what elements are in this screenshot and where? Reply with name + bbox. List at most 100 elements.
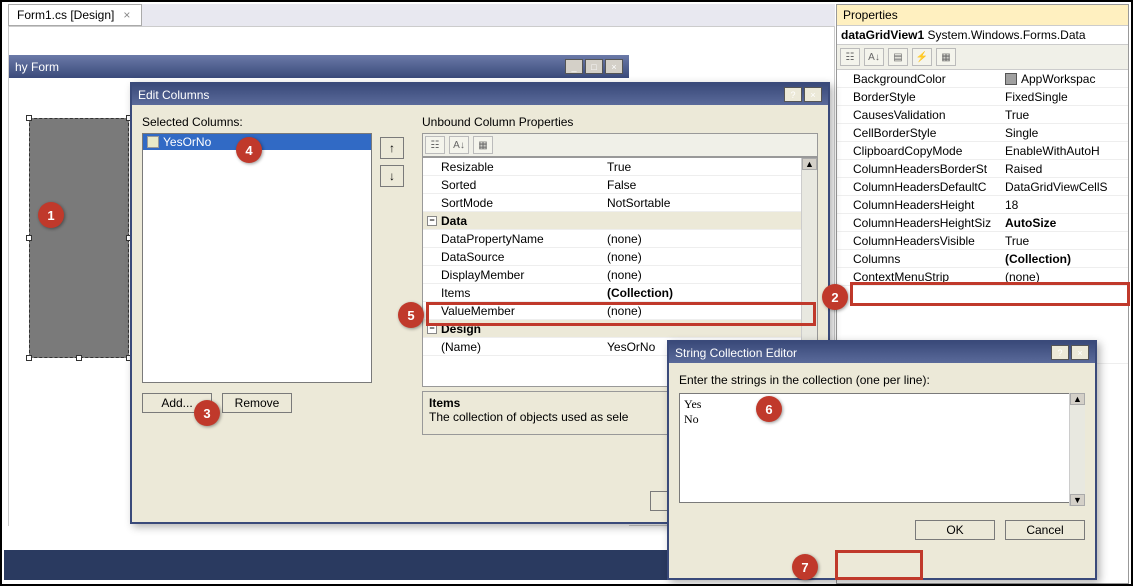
property-name: Resizable	[423, 158, 603, 175]
property-row[interactable]: ValueMember(none)	[423, 302, 817, 320]
property-value[interactable]: False	[603, 176, 817, 193]
close-icon[interactable]: ×	[1071, 345, 1089, 360]
selected-columns-list[interactable]: YesOrNo	[142, 133, 372, 383]
property-row[interactable]: Items(Collection)	[423, 284, 817, 302]
property-value[interactable]: True	[1001, 106, 1128, 123]
property-value[interactable]: Single	[1001, 124, 1128, 141]
properties-icon[interactable]: ▤	[888, 48, 908, 66]
property-name: CausesValidation	[837, 106, 1001, 123]
property-name: Columns	[837, 250, 1001, 267]
property-value[interactable]: NotSortable	[603, 194, 817, 211]
scrollbar[interactable]	[1069, 393, 1085, 506]
property-row[interactable]: ContextMenuStrip(none)	[837, 268, 1128, 286]
close-icon[interactable]: ×	[605, 59, 623, 74]
callout-3: 3	[194, 400, 220, 426]
document-tab-label: Form1.cs [Design]	[17, 8, 114, 22]
property-name: ColumnHeadersHeightSiz	[837, 214, 1001, 231]
property-value[interactable]: (none)	[603, 266, 817, 283]
property-value[interactable]: 18	[1001, 196, 1128, 213]
property-category[interactable]: −Data	[423, 212, 817, 230]
property-value[interactable]: (Collection)	[603, 284, 817, 301]
collection-strings-input[interactable]	[679, 393, 1085, 503]
form-title-text: hy Form	[15, 60, 59, 74]
property-value[interactable]: EnableWithAutoH	[1001, 142, 1128, 159]
property-row[interactable]: ColumnHeadersBorderStRaised	[837, 160, 1128, 178]
property-row[interactable]: SortModeNotSortable	[423, 194, 817, 212]
property-name: ColumnHeadersBorderSt	[837, 160, 1001, 177]
property-row[interactable]: SortedFalse	[423, 176, 817, 194]
maximize-icon[interactable]: □	[585, 59, 603, 74]
property-row[interactable]: ColumnHeadersHeightSizAutoSize	[837, 214, 1128, 232]
color-swatch-icon	[1005, 73, 1017, 85]
property-row[interactable]: ColumnHeadersDefaultCDataGridViewCellS	[837, 178, 1128, 196]
categorized-icon[interactable]: ☷	[840, 48, 860, 66]
cancel-button[interactable]: Cancel	[1005, 520, 1085, 540]
property-value[interactable]: AutoSize	[1001, 214, 1128, 231]
alphabetical-icon[interactable]: A↓	[449, 136, 469, 154]
property-value[interactable]: True	[1001, 232, 1128, 249]
categorized-icon[interactable]: ☷	[425, 136, 445, 154]
property-value[interactable]: (none)	[603, 302, 817, 319]
property-value[interactable]: DataGridViewCellS	[1001, 178, 1128, 195]
edit-columns-title-text: Edit Columns	[138, 88, 209, 102]
callout-4: 4	[236, 137, 262, 163]
expand-collapse-icon[interactable]: −	[427, 324, 437, 334]
property-row[interactable]: DataSource(none)	[423, 248, 817, 266]
property-name: ColumnHeadersDefaultC	[837, 178, 1001, 195]
property-name: DataSource	[423, 248, 603, 265]
edit-columns-titlebar: Edit Columns ? ×	[132, 84, 828, 105]
property-row[interactable]: Columns(Collection)	[837, 250, 1128, 268]
property-value[interactable]: FixedSingle	[1001, 88, 1128, 105]
move-up-button[interactable]: ↑	[380, 137, 404, 159]
property-value[interactable]: (none)	[603, 248, 817, 265]
ok-button[interactable]: OK	[915, 520, 995, 540]
callout-2: 2	[822, 284, 848, 310]
property-row[interactable]: BackgroundColorAppWorkspac	[837, 70, 1128, 88]
callout-5: 5	[398, 302, 424, 328]
property-row[interactable]: DataPropertyName(none)	[423, 230, 817, 248]
propeditor-toolbar: ☷ A↓ ▦	[422, 133, 818, 157]
help-icon[interactable]: ?	[1051, 345, 1069, 360]
property-value[interactable]: Raised	[1001, 160, 1128, 177]
document-tab[interactable]: Form1.cs [Design] ×	[8, 4, 142, 26]
property-row[interactable]: ResizableTrue	[423, 158, 817, 176]
property-name: ColumnHeadersHeight	[837, 196, 1001, 213]
property-row[interactable]: ClipboardCopyModeEnableWithAutoH	[837, 142, 1128, 160]
properties-object-selector[interactable]: dataGridView1 System.Windows.Forms.Data	[837, 26, 1128, 45]
datagridview-control[interactable]	[29, 118, 129, 358]
property-row[interactable]: ColumnHeadersVisibleTrue	[837, 232, 1128, 250]
collection-editor-prompt: Enter the strings in the collection (one…	[679, 373, 1085, 387]
callout-1: 1	[38, 202, 64, 228]
property-category[interactable]: −Design	[423, 320, 817, 338]
form-titlebar: hy Form _ □ ×	[9, 55, 629, 78]
selected-columns-label: Selected Columns:	[142, 115, 372, 129]
property-value[interactable]: True	[603, 158, 817, 175]
property-value[interactable]: AppWorkspac	[1001, 70, 1128, 87]
selected-object-type: System.Windows.Forms.Data	[928, 28, 1086, 42]
help-icon[interactable]: ?	[784, 87, 802, 102]
property-row[interactable]: BorderStyleFixedSingle	[837, 88, 1128, 106]
property-row[interactable]: ColumnHeadersHeight18	[837, 196, 1128, 214]
minimize-icon[interactable]: _	[565, 59, 583, 74]
remove-button[interactable]: Remove	[222, 393, 292, 413]
collection-editor-titlebar: String Collection Editor ? ×	[669, 342, 1095, 363]
property-value[interactable]: (none)	[603, 230, 817, 247]
expand-collapse-icon[interactable]: −	[427, 216, 437, 226]
property-row[interactable]: CellBorderStyleSingle	[837, 124, 1128, 142]
property-name: ColumnHeadersVisible	[837, 232, 1001, 249]
callout-6: 6	[756, 396, 782, 422]
close-icon[interactable]: ×	[804, 87, 822, 102]
property-name: Sorted	[423, 176, 603, 193]
property-name: ValueMember	[423, 302, 603, 319]
move-down-button[interactable]: ↓	[380, 165, 404, 187]
property-pages-icon[interactable]: ▦	[936, 48, 956, 66]
property-row[interactable]: CausesValidationTrue	[837, 106, 1128, 124]
property-name: ContextMenuStrip	[837, 268, 1001, 285]
property-value[interactable]: (none)	[1001, 268, 1128, 285]
property-pages-icon[interactable]: ▦	[473, 136, 493, 154]
tab-close-icon[interactable]: ×	[120, 8, 133, 22]
events-icon[interactable]: ⚡	[912, 48, 932, 66]
property-value[interactable]: (Collection)	[1001, 250, 1128, 267]
property-row[interactable]: DisplayMember(none)	[423, 266, 817, 284]
alphabetical-icon[interactable]: A↓	[864, 48, 884, 66]
